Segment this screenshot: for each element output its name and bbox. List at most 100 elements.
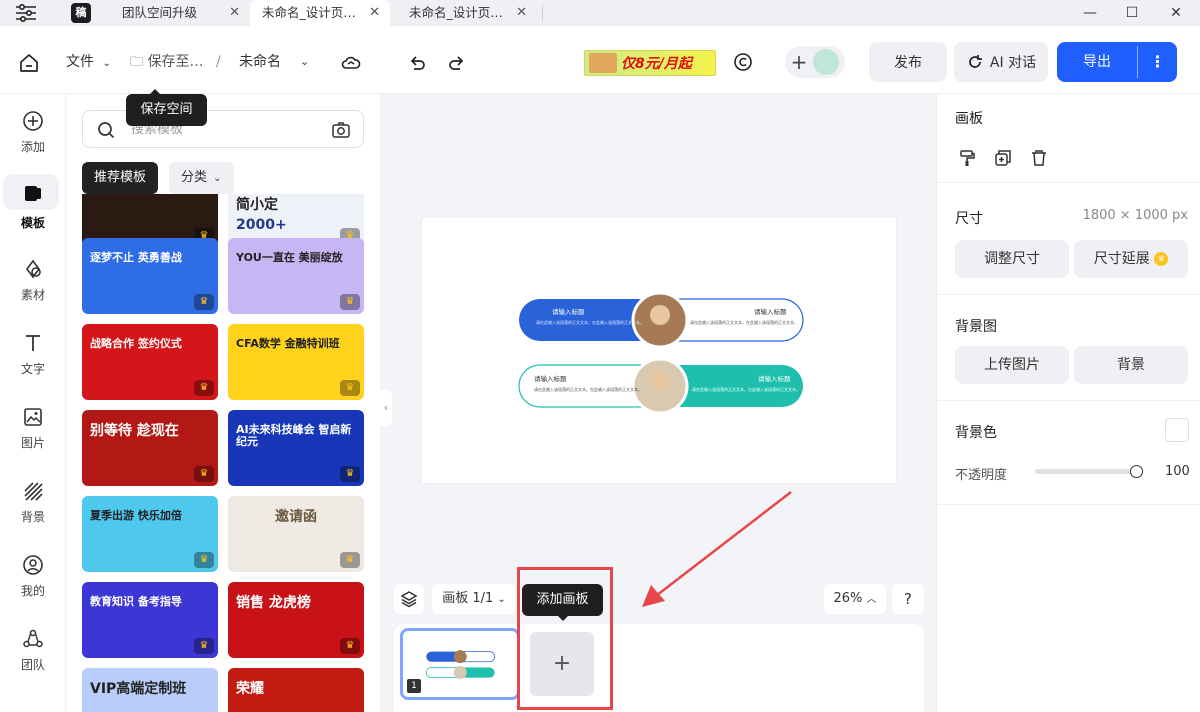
row1-left-body: 请在此输入该段落的正文文本。在此输入该段落的正文文本。 bbox=[536, 319, 644, 325]
opacity-value: 100 bbox=[1165, 464, 1190, 479]
row2-right-body: 请在此输入该段落的正文文本。在此输入该段落的正文文本。 bbox=[692, 386, 800, 392]
rail-item-team[interactable]: 团队 bbox=[0, 616, 66, 682]
template-tile[interactable]: 战略合作 签约仪式 ♛ bbox=[82, 324, 218, 400]
template-tile[interactable]: 邀请函 ♛ bbox=[228, 496, 364, 572]
crown-icon: ♛ bbox=[194, 552, 214, 568]
close-window-button[interactable]: ✕ bbox=[1158, 0, 1194, 26]
left-rail: 添加 模板 素材 文字 图片 背景 我的 团队 bbox=[0, 94, 66, 712]
template-tile[interactable]: 荣耀450♛ bbox=[228, 668, 364, 712]
delete-button[interactable] bbox=[1027, 146, 1051, 170]
redo-button[interactable] bbox=[444, 50, 470, 76]
file-menu[interactable]: 文件 ⌄ bbox=[66, 26, 111, 94]
template-title: 教育知识 备考指导 bbox=[90, 595, 182, 608]
template-tile[interactable]: YOU一直在 美丽绽放 ♛ bbox=[228, 238, 364, 314]
save-to-button[interactable]: 🗀 保存至… bbox=[130, 26, 203, 94]
infographic: 请输入标题 请在此输入该段落的正文文本。在此输入该段落的正文文本。 请输入标题 … bbox=[518, 291, 804, 415]
add-board-button[interactable]: + bbox=[530, 632, 594, 696]
minimize-button[interactable]: — bbox=[1072, 0, 1108, 26]
help-button[interactable]: ? bbox=[892, 584, 924, 614]
resize-button[interactable]: 调整尺寸 bbox=[955, 240, 1069, 278]
tab-design-2[interactable]: 未命名_设计页… ✕ bbox=[397, 0, 537, 26]
rail-item-text[interactable]: 文字 bbox=[0, 320, 66, 386]
collaborators-button[interactable]: + bbox=[785, 46, 845, 78]
copyright-button[interactable] bbox=[731, 50, 755, 74]
rail-item-images[interactable]: 图片 bbox=[0, 394, 66, 460]
rail-item-add[interactable]: 添加 bbox=[0, 98, 66, 164]
size-extend-button[interactable]: 尺寸延展 ♛ bbox=[1074, 240, 1188, 278]
rail-item-assets[interactable]: 素材 bbox=[0, 246, 66, 312]
undo-button[interactable] bbox=[404, 50, 430, 76]
format-painter-button[interactable] bbox=[955, 146, 979, 170]
zoom-control[interactable]: 26% ︿ bbox=[824, 584, 886, 614]
template-tile[interactable]: 夏季出游 快乐加倍 ♛ bbox=[82, 496, 218, 572]
bg-color-swatch[interactable] bbox=[1165, 418, 1189, 442]
template-tile[interactable]: 销售 龙虎榜 ♛ bbox=[228, 582, 364, 658]
row1-right-body: 请在此输入该段落的正文文本。在此输入该段落的正文文本。 bbox=[690, 319, 798, 325]
undo-icon bbox=[410, 56, 425, 70]
close-icon[interactable]: ✕ bbox=[516, 0, 527, 26]
duplicate-button[interactable] bbox=[991, 146, 1015, 170]
template-tile[interactable]: 教育知识 备考指导 ♛ bbox=[82, 582, 218, 658]
artboard[interactable]: 请输入标题 请在此输入该段落的正文文本。在此输入该段落的正文文本。 请输入标题 … bbox=[422, 218, 896, 483]
export-button[interactable]: 导出 bbox=[1057, 42, 1137, 82]
rail-item-background[interactable]: 背景 bbox=[0, 468, 66, 534]
template-title: 逐梦不止 英勇善战 bbox=[90, 251, 182, 264]
rail-item-templates[interactable]: 模板 bbox=[0, 174, 66, 240]
row2-left-title: 请输入标题 bbox=[534, 374, 567, 383]
category-dropdown[interactable]: 分类 ⌄ bbox=[169, 162, 234, 194]
recommended-templates-tab[interactable]: 推荐模板 bbox=[82, 162, 159, 194]
template-search[interactable]: 搜索模板 bbox=[82, 110, 364, 148]
size-section-title: 尺寸 bbox=[955, 211, 983, 227]
home-button[interactable] bbox=[16, 50, 42, 76]
template-subtitle: 2000+ bbox=[236, 217, 287, 233]
folder-icon: 🗀 bbox=[130, 55, 144, 70]
ai-chat-button[interactable]: AI 对话 bbox=[954, 42, 1048, 82]
rail-label: 图片 bbox=[20, 436, 45, 450]
template-tile[interactable]: AI未来科技峰会 智启新纪元 ♛ bbox=[228, 410, 364, 486]
template-grid: ♛ 简小定 2000+ ♛ 逐梦不止 英勇善战 ♛ YOU一直在 美丽绽放 ♛ 战略合作 签约仪… bbox=[66, 194, 380, 712]
crown-icon: ♛ bbox=[194, 638, 214, 654]
slider-handle[interactable] bbox=[1130, 465, 1143, 478]
publish-button[interactable]: 发布 bbox=[869, 42, 947, 82]
menu-button[interactable] bbox=[14, 3, 38, 23]
template-title: 销售 龙虎榜 bbox=[236, 595, 311, 611]
size-extend-label: 尺寸延展 bbox=[1093, 251, 1150, 267]
cloud-sync-button[interactable] bbox=[338, 50, 364, 76]
template-title: 简小定 bbox=[236, 197, 278, 213]
crown-icon: ♛ bbox=[194, 380, 214, 396]
collapse-panel-button[interactable]: ‹ bbox=[380, 390, 392, 426]
redo-icon bbox=[449, 56, 464, 70]
board-thumbnail[interactable]: 1 bbox=[400, 628, 520, 700]
maximize-button[interactable]: ☐ bbox=[1114, 0, 1150, 26]
board-size-value: 1800 × 1000 px bbox=[1082, 208, 1188, 223]
export-more-button[interactable]: ⋮ bbox=[1138, 42, 1177, 82]
template-tile[interactable]: 逐梦不止 英勇善战 ♛ bbox=[82, 238, 218, 314]
tab-team-upgrade[interactable]: 团队空间升级 ✕ bbox=[110, 0, 250, 26]
rail-item-mine[interactable]: 我的 bbox=[0, 542, 66, 608]
chevron-down-icon[interactable]: ⌄ bbox=[300, 26, 309, 94]
save-space-tooltip: 保存空间 bbox=[126, 89, 207, 126]
home-icon bbox=[20, 54, 38, 72]
close-icon[interactable]: ✕ bbox=[369, 0, 380, 26]
template-title: CFA数学 金融特训班 bbox=[236, 337, 340, 350]
document-name[interactable]: 未命名 bbox=[239, 26, 281, 94]
background-button[interactable]: 背景 bbox=[1074, 346, 1188, 384]
close-icon[interactable]: ✕ bbox=[229, 0, 240, 26]
promo-banner[interactable]: 仅8元/月起 bbox=[584, 50, 716, 76]
divider bbox=[937, 504, 1200, 505]
tab-design-1[interactable]: 未命名_设计页… ✕ bbox=[250, 0, 390, 26]
template-tile[interactable]: 别等待 趁现在 ♛ bbox=[82, 410, 218, 486]
board-pager[interactable]: 画板 1/1 ⌄ bbox=[432, 584, 516, 614]
board-label: 画板 1/1 bbox=[442, 591, 494, 606]
camera-icon[interactable] bbox=[331, 121, 351, 139]
chevron-down-icon: ⌄ bbox=[102, 58, 111, 69]
upload-image-button[interactable]: 上传图片 bbox=[955, 346, 1069, 384]
bg-image-section-title: 背景图 bbox=[955, 319, 997, 335]
background-stripes-icon bbox=[24, 482, 43, 501]
opacity-slider[interactable] bbox=[1035, 465, 1143, 478]
layers-button[interactable] bbox=[394, 584, 424, 614]
template-tile[interactable]: CFA数学 金融特训班 ♛ bbox=[228, 324, 364, 400]
tab-bar: 稿 团队空间升级 ✕ 未命名_设计页… ✕ 未命名_设计页… ✕ — ☐ ✕ bbox=[0, 0, 1200, 26]
app-logo[interactable]: 稿 bbox=[71, 3, 91, 23]
template-tile[interactable]: VIP高端定制班♛ bbox=[82, 668, 218, 712]
